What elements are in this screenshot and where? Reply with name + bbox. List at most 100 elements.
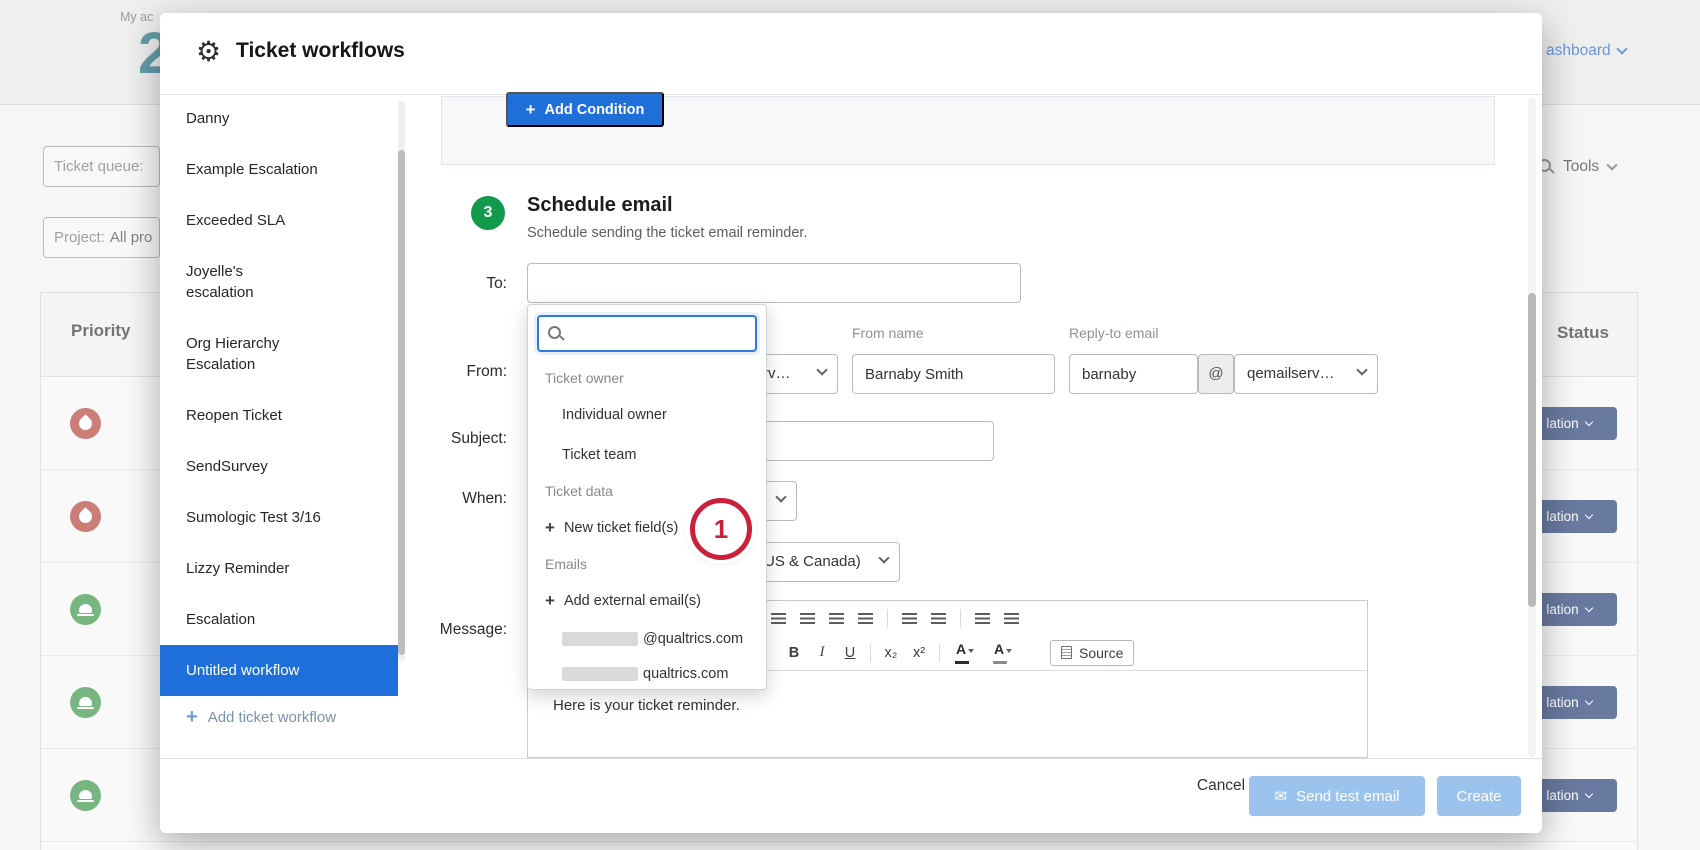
modal-title: Ticket workflows — [236, 39, 405, 63]
sidebar-item-workflow[interactable]: Joyelle's escalation — [160, 246, 310, 318]
outdent-icon[interactable] — [902, 613, 917, 624]
annotation-number: 1 — [714, 514, 728, 545]
to-input[interactable] — [527, 263, 1021, 303]
indent-icon[interactable] — [931, 613, 946, 624]
toolbar-divider — [870, 644, 871, 662]
align-left-icon[interactable] — [771, 613, 786, 624]
ticket-workflows-modal: ⚙ Ticket workflows Danny Example Escalat… — [160, 13, 1542, 833]
background-color-letter: A — [994, 641, 1004, 657]
dropdown-group-header: Ticket owner — [528, 362, 766, 395]
dropdown-search-input[interactable] — [571, 317, 751, 350]
italic-button[interactable]: I — [814, 644, 830, 661]
chevron-down-icon — [1006, 649, 1012, 653]
sidebar-item-workflow-selected[interactable]: Untitled workflow — [160, 645, 398, 696]
chevron-down-icon — [878, 552, 889, 563]
add-external-emails-label: Add external email(s) — [564, 581, 701, 621]
dropdown-item-email[interactable]: @qualtrics.com — [528, 621, 766, 656]
email-suffix: qualtrics.com — [643, 666, 728, 682]
plus-icon: + — [545, 581, 555, 621]
reply-to-domain-value: qemailserv… — [1247, 365, 1335, 382]
chevron-down-icon — [1356, 364, 1367, 375]
source-code-icon — [1061, 646, 1072, 659]
email-suffix: @qualtrics.com — [643, 631, 743, 647]
reply-to-label: Reply-to email — [1069, 325, 1158, 341]
bold-button[interactable]: B — [786, 645, 802, 661]
subscript-button[interactable]: x₂ — [883, 645, 899, 661]
align-center-icon[interactable] — [800, 613, 815, 624]
new-ticket-fields-label: New ticket field(s) — [564, 508, 678, 548]
sidebar-scrollbar-thumb[interactable] — [398, 150, 405, 655]
font-color-button[interactable]: A — [952, 641, 978, 665]
align-right-icon[interactable] — [829, 613, 844, 624]
underline-button[interactable]: U — [842, 645, 858, 661]
sidebar-item-workflow[interactable]: Exceeded SLA — [160, 195, 398, 246]
ordered-list-icon[interactable] — [975, 613, 990, 624]
chevron-down-icon — [968, 649, 974, 653]
step-subtitle: Schedule sending the ticket email remind… — [527, 225, 808, 241]
workflow-sidebar: Danny Example Escalation Exceeded SLA Jo… — [160, 93, 398, 726]
gear-icon: ⚙ — [196, 35, 221, 68]
create-button[interactable]: Create — [1437, 776, 1521, 816]
message-label: Message: — [397, 621, 507, 639]
redacted-text-block — [562, 667, 638, 681]
search-icon — [548, 326, 564, 342]
sidebar-item-workflow[interactable]: Org Hierarchy Escalation — [160, 318, 310, 390]
add-condition-button[interactable]: + Add Condition — [506, 92, 664, 127]
redacted-text-block — [562, 632, 638, 646]
color-bar — [993, 661, 1007, 664]
modal-header: ⚙ Ticket workflows — [160, 13, 1542, 95]
timezone-select[interactable]: US & Canada) — [748, 542, 900, 582]
modal-footer: Cancel ✉ Send test email Create — [160, 758, 1542, 833]
plus-icon: + — [526, 100, 536, 120]
subject-label: Subject: — [397, 430, 507, 448]
chevron-down-icon — [775, 491, 786, 502]
dropdown-item-add-external-emails[interactable]: + Add external email(s) — [528, 581, 766, 621]
dropdown-item-email[interactable]: qualtrics.com — [528, 656, 766, 691]
from-label: From: — [397, 363, 507, 381]
font-color-letter: A — [956, 641, 966, 657]
dropdown-search-wrap — [528, 305, 766, 362]
modal-scrollbar-thumb[interactable] — [1528, 293, 1536, 607]
sidebar-item-workflow[interactable]: Escalation — [160, 594, 398, 645]
add-ticket-workflow-button[interactable]: + Add ticket workflow — [160, 708, 398, 726]
at-sign-box: @ — [1198, 354, 1234, 394]
sidebar-item-workflow[interactable]: Reopen Ticket — [160, 390, 398, 441]
superscript-button[interactable]: x² — [911, 645, 927, 661]
envelope-icon: ✉ — [1275, 787, 1288, 805]
dropdown-item-individual-owner[interactable]: Individual owner — [528, 395, 766, 435]
dropdown-item-ticket-team[interactable]: Ticket team — [528, 435, 766, 475]
cancel-button[interactable]: Cancel — [1190, 777, 1252, 795]
plus-icon: + — [545, 508, 555, 548]
toolbar-divider — [960, 609, 961, 627]
to-recipient-dropdown: Ticket owner Individual owner Ticket tea… — [527, 304, 767, 690]
toolbar-divider — [887, 609, 888, 627]
reply-to-input[interactable] — [1069, 354, 1198, 394]
color-bar — [955, 661, 969, 664]
toolbar-divider — [939, 644, 940, 662]
source-button[interactable]: Source — [1050, 640, 1134, 666]
plus-icon: + — [186, 708, 198, 726]
to-label: To: — [397, 275, 507, 293]
sidebar-item-workflow[interactable]: Sumologic Test 3/16 — [160, 492, 398, 543]
from-name-label: From name — [852, 325, 924, 341]
sidebar-item-workflow[interactable]: Example Escalation — [160, 144, 398, 195]
screen: My ac 2 ashboard Ticket queue: Project:A… — [0, 0, 1700, 850]
annotation-circle-1: 1 — [690, 498, 752, 560]
step-title: Schedule email — [527, 194, 673, 217]
background-color-button[interactable]: A — [990, 641, 1016, 665]
sidebar-item-workflow[interactable]: SendSurvey — [160, 441, 398, 492]
add-condition-label: Add Condition — [545, 102, 645, 118]
sidebar-item-workflow[interactable]: Danny — [160, 93, 398, 144]
step-number-badge: 3 — [471, 196, 505, 230]
reply-to-domain-select[interactable]: qemailserv… — [1234, 354, 1378, 394]
send-test-email-label: Send test email — [1296, 788, 1399, 805]
align-justify-icon[interactable] — [858, 613, 873, 624]
timezone-value: US & Canada) — [764, 553, 861, 570]
source-label: Source — [1079, 645, 1123, 661]
sidebar-item-workflow[interactable]: Lizzy Reminder — [160, 543, 398, 594]
when-label: When: — [397, 490, 507, 508]
from-name-input[interactable] — [852, 354, 1055, 394]
send-test-email-button[interactable]: ✉ Send test email — [1249, 776, 1425, 816]
unordered-list-icon[interactable] — [1004, 613, 1019, 624]
dropdown-search-box[interactable] — [537, 315, 757, 352]
